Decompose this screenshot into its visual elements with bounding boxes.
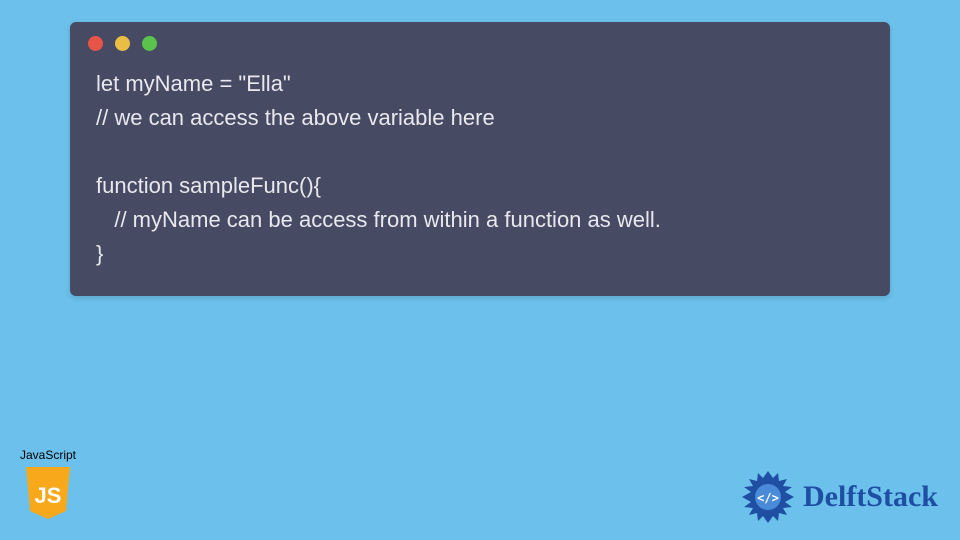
code-line: // we can access the above variable here	[96, 105, 495, 130]
brand-logo: </> DelftStack	[739, 468, 938, 526]
close-icon	[88, 36, 103, 51]
javascript-badge: JavaScript JS	[14, 448, 82, 526]
js-shield-icon: JS	[22, 465, 74, 521]
brand-text: DelftStack	[803, 480, 938, 514]
minimize-icon	[115, 36, 130, 51]
js-text: JS	[35, 483, 62, 508]
code-line: }	[96, 241, 103, 266]
code-line: function sampleFunc(){	[96, 173, 321, 198]
code-panel: let myName = "Ella" // we can access the…	[70, 22, 890, 296]
js-label: JavaScript	[14, 448, 82, 462]
code-line: // myName can be access from within a fu…	[96, 207, 661, 232]
window-controls	[70, 22, 890, 61]
maximize-icon	[142, 36, 157, 51]
gear-icon: </>	[739, 468, 797, 526]
svg-text:</>: </>	[757, 491, 779, 505]
code-block: let myName = "Ella" // we can access the…	[70, 61, 890, 278]
code-line: let myName = "Ella"	[96, 71, 291, 96]
